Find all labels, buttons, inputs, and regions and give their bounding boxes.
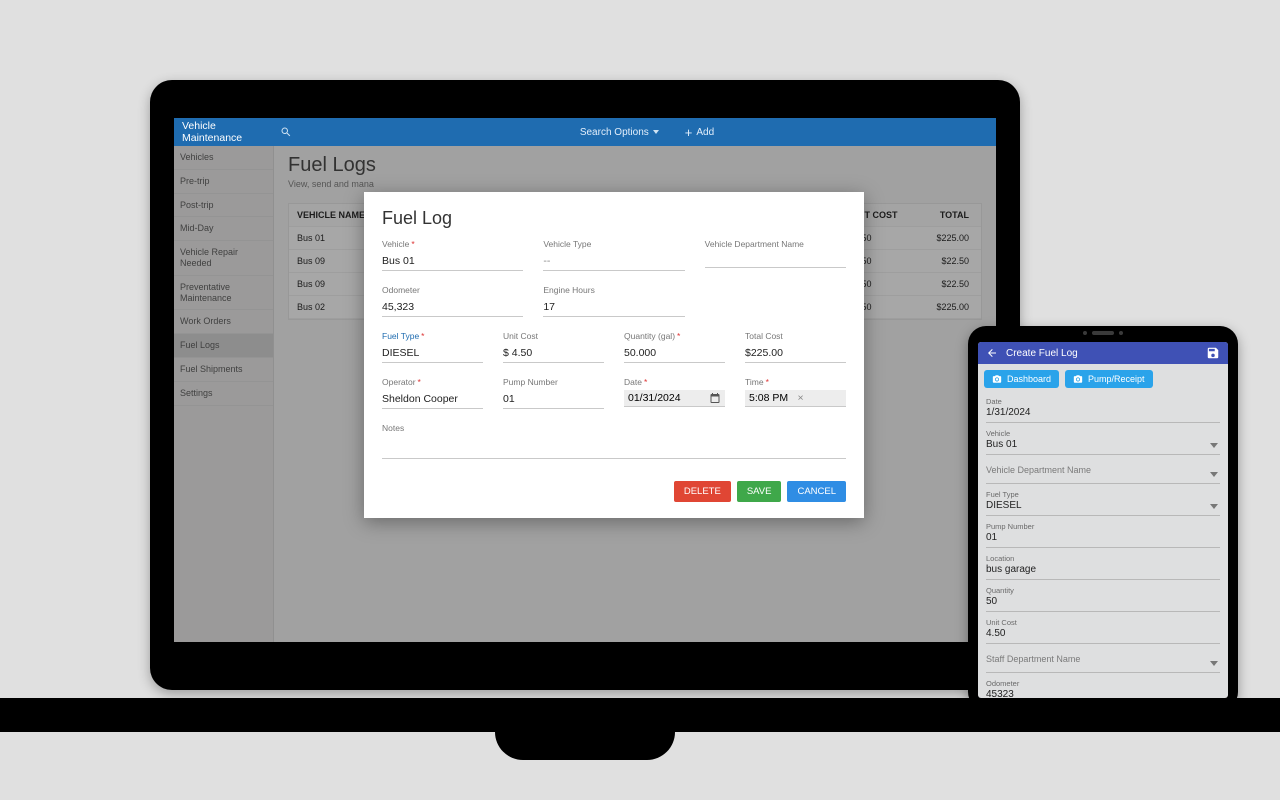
tablet-sensors bbox=[1083, 331, 1123, 335]
delete-button[interactable]: DELETE bbox=[674, 481, 731, 502]
add-button[interactable]: + Add bbox=[685, 126, 714, 139]
pill-pump-receipt[interactable]: Pump/Receipt bbox=[1065, 370, 1153, 388]
tablet-header: Create Fuel Log bbox=[978, 342, 1228, 364]
tablet-field-value: 50 bbox=[986, 596, 1220, 607]
camera-icon bbox=[1073, 374, 1083, 384]
chevron-down-icon bbox=[1210, 661, 1218, 666]
date-value: 01/31/2024 bbox=[628, 392, 705, 404]
tablet-field-value: Bus 01 bbox=[986, 439, 1220, 450]
tablet-field-quantity[interactable]: Quantity50 bbox=[986, 583, 1220, 612]
lbl-pump-number: Pump Number bbox=[503, 377, 604, 387]
lbl-time: Time bbox=[745, 377, 846, 387]
chevron-down-icon bbox=[1210, 443, 1218, 448]
lbl-vehicle-dept: Vehicle Department Name bbox=[705, 239, 846, 249]
field-pump-number[interactable]: 01 bbox=[503, 390, 604, 409]
save-button[interactable]: SAVE bbox=[737, 481, 782, 502]
pill-dashboard-label: Dashboard bbox=[1007, 374, 1051, 384]
tablet-field-label: Odometer bbox=[986, 679, 1220, 688]
tablet-field-label: Vehicle bbox=[986, 429, 1220, 438]
tablet-field-label: Vehicle Department Name bbox=[986, 461, 1220, 479]
tablet-field-vehicle-department-name[interactable]: Vehicle Department Name bbox=[986, 458, 1220, 484]
tablet-field-unit-cost[interactable]: Unit Cost4.50 bbox=[986, 615, 1220, 644]
laptop-base bbox=[495, 700, 675, 760]
field-unit-cost[interactable]: $ 4.50 bbox=[503, 344, 604, 363]
laptop-frame: Vehicle Maintenance Search Options + Add… bbox=[150, 80, 1020, 690]
tablet-title: Create Fuel Log bbox=[1006, 348, 1198, 359]
lbl-unit-cost: Unit Cost bbox=[503, 331, 604, 341]
tablet-field-location[interactable]: Locationbus garage bbox=[986, 551, 1220, 580]
field-date[interactable]: 01/31/2024 bbox=[624, 390, 725, 407]
tablet-field-label: Unit Cost bbox=[986, 618, 1220, 627]
tablet-pill-row: Dashboard Pump/Receipt bbox=[978, 364, 1228, 394]
tablet-field-vehicle[interactable]: VehicleBus 01 bbox=[986, 426, 1220, 455]
app-brand: Vehicle Maintenance bbox=[174, 120, 274, 144]
field-notes[interactable] bbox=[382, 439, 846, 459]
add-label: Add bbox=[696, 127, 714, 138]
tablet-field-label: Staff Department Name bbox=[986, 650, 1220, 668]
tablet-field-label: Date bbox=[986, 397, 1220, 406]
tablet-field-label: Location bbox=[986, 554, 1220, 563]
field-quantity[interactable]: 50.000 bbox=[624, 344, 725, 363]
chevron-down-icon bbox=[1210, 472, 1218, 477]
clear-time-icon[interactable]: × bbox=[798, 392, 843, 404]
pill-dashboard[interactable]: Dashboard bbox=[984, 370, 1059, 388]
field-total-cost: $225.00 bbox=[745, 344, 846, 363]
tablet-field-label: Quantity bbox=[986, 586, 1220, 595]
tablet-form: Date1/31/2024 VehicleBus 01 Vehicle Depart… bbox=[978, 394, 1228, 698]
field-vehicle[interactable]: Bus 01 bbox=[382, 252, 523, 271]
lbl-notes: Notes bbox=[382, 423, 846, 433]
lbl-operator: Operator bbox=[382, 377, 483, 387]
modal-actions: DELETE SAVE CANCEL bbox=[382, 481, 846, 502]
modal-title: Fuel Log bbox=[382, 208, 846, 229]
tablet-field-value: 01 bbox=[986, 532, 1220, 543]
tablet-field-value: 45323 bbox=[986, 689, 1220, 698]
tablet-screen: Create Fuel Log Dashboard Pump/Receipt D… bbox=[978, 342, 1228, 698]
pill-pump-label: Pump/Receipt bbox=[1088, 374, 1145, 384]
field-engine-hours[interactable]: 17 bbox=[543, 298, 684, 317]
tablet-field-staff-department-name[interactable]: Staff Department Name bbox=[986, 647, 1220, 673]
cancel-button[interactable]: CANCEL bbox=[787, 481, 846, 502]
field-operator[interactable]: Sheldon Cooper bbox=[382, 390, 483, 409]
search-options-label: Search Options bbox=[580, 127, 649, 138]
tablet-field-date[interactable]: Date1/31/2024 bbox=[986, 394, 1220, 423]
tablet-field-value: DIESEL bbox=[986, 500, 1220, 511]
lbl-vehicle-type: Vehicle Type bbox=[543, 239, 684, 249]
camera-icon bbox=[992, 374, 1002, 384]
field-vehicle-dept[interactable] bbox=[705, 252, 846, 268]
lbl-total-cost: Total Cost bbox=[745, 331, 846, 341]
search-icon[interactable] bbox=[274, 126, 298, 138]
lbl-date: Date bbox=[624, 377, 725, 387]
tablet-field-fuel-type[interactable]: Fuel TypeDIESEL bbox=[986, 487, 1220, 516]
search-options-dropdown[interactable]: Search Options bbox=[580, 127, 659, 138]
tablet-field-odometer[interactable]: Odometer45323 bbox=[986, 676, 1220, 698]
plus-icon: + bbox=[685, 126, 693, 139]
tablet-field-value: 1/31/2024 bbox=[986, 407, 1220, 418]
lbl-odometer: Odometer bbox=[382, 285, 523, 295]
tablet-field-value: 4.50 bbox=[986, 628, 1220, 639]
topbar-center: Search Options + Add bbox=[298, 126, 996, 139]
caret-down-icon bbox=[653, 130, 659, 134]
time-value: 5:08 PM bbox=[749, 392, 794, 404]
lbl-quantity: Quantity (gal) bbox=[624, 331, 725, 341]
lbl-vehicle: Vehicle bbox=[382, 239, 523, 249]
tablet-field-pump-number[interactable]: Pump Number01 bbox=[986, 519, 1220, 548]
chevron-down-icon bbox=[1210, 504, 1218, 509]
tablet-field-value: bus garage bbox=[986, 564, 1220, 575]
lbl-fuel-type: Fuel Type bbox=[382, 331, 483, 341]
field-time[interactable]: 5:08 PM × bbox=[745, 390, 846, 407]
fuel-log-modal: Fuel Log Vehicle Bus 01 Vehicle Type -- Ve… bbox=[364, 192, 864, 518]
app-root: VehiclesPre-tripPost-tripMid-DayVehicle … bbox=[174, 146, 996, 642]
calendar-icon bbox=[709, 392, 721, 404]
field-odometer[interactable]: 45,323 bbox=[382, 298, 523, 317]
tablet-field-label: Pump Number bbox=[986, 522, 1220, 531]
tablet-frame: Create Fuel Log Dashboard Pump/Receipt D… bbox=[968, 326, 1238, 710]
field-vehicle-type: -- bbox=[543, 252, 684, 271]
lbl-engine-hours: Engine Hours bbox=[543, 285, 684, 295]
laptop-screen: Vehicle Maintenance Search Options + Add… bbox=[174, 118, 996, 642]
tablet-save-button[interactable] bbox=[1206, 346, 1220, 360]
back-button[interactable] bbox=[986, 347, 998, 359]
tablet-field-label: Fuel Type bbox=[986, 490, 1220, 499]
field-fuel-type[interactable]: DIESEL bbox=[382, 344, 483, 363]
app-topbar: Vehicle Maintenance Search Options + Add bbox=[174, 118, 996, 146]
